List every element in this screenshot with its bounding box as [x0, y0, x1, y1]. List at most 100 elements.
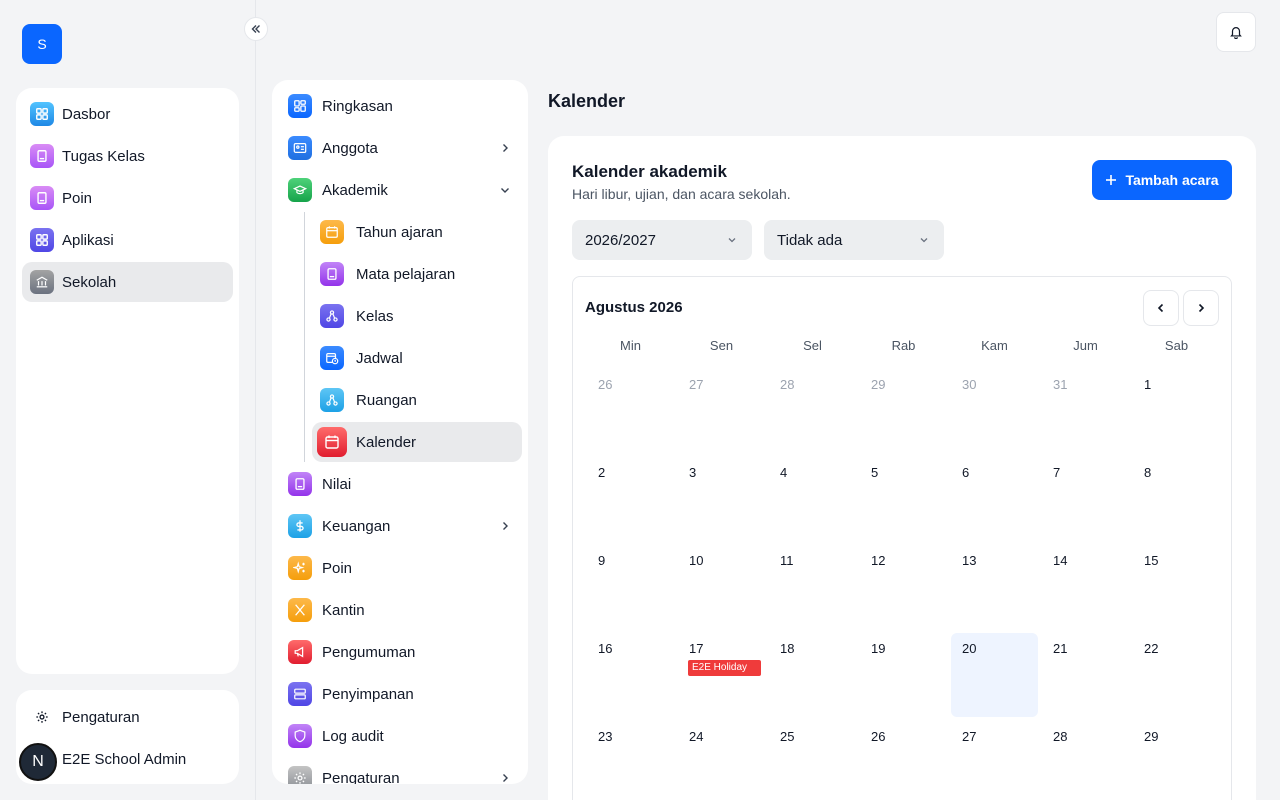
calendar-day[interactable]: 26	[860, 721, 947, 800]
sidebar-item-dasbor[interactable]: Dasbor	[22, 94, 233, 134]
subnav-item-poin[interactable]: Poin	[278, 548, 522, 588]
day-number: 23	[598, 729, 613, 744]
megaphone-icon	[288, 640, 312, 664]
calendar-day[interactable]: 4	[769, 457, 856, 541]
calendar-day[interactable]: 15	[1133, 545, 1220, 629]
dashboard-icon	[288, 94, 312, 118]
calendar-day[interactable]: 14	[1042, 545, 1129, 629]
subnav-item-anggota[interactable]: Anggota	[278, 128, 522, 168]
academic-year-value: 2026/2027	[585, 231, 656, 249]
graduation-cap-icon	[288, 178, 312, 202]
calendar-day[interactable]: 30	[951, 369, 1038, 453]
sidebar-item-aplikasi[interactable]: Aplikasi	[22, 220, 233, 260]
sidebar-nav: Dasbor Tugas Kelas Poin Aplikasi Sekolah	[16, 88, 239, 674]
class-select-value: Tidak ada	[777, 231, 843, 249]
add-event-button[interactable]: Tambah acara	[1092, 160, 1232, 200]
subnav-item-kalender[interactable]: Kalender	[312, 422, 522, 462]
calendar-day[interactable]: 29	[860, 369, 947, 453]
collapse-sidebar-button[interactable]	[244, 17, 268, 41]
chevron-left-icon	[1157, 303, 1164, 313]
hierarchy-icon	[320, 388, 344, 412]
subnav-item-keuangan[interactable]: Keuangan	[278, 506, 522, 546]
calendar-day[interactable]: 23	[587, 721, 674, 800]
subnav-label: Keuangan	[322, 517, 391, 535]
utensils-icon	[288, 598, 312, 622]
calendar-day[interactable]: 3	[678, 457, 765, 541]
calendar-day[interactable]: 17 E2E Holiday	[678, 633, 765, 717]
prev-month-button[interactable]	[1143, 290, 1179, 326]
subnav-label: Tahun ajaran	[356, 223, 443, 241]
calendar-day-today[interactable]: 20	[951, 633, 1038, 717]
app-logo[interactable]: S	[22, 24, 62, 64]
calendar-day[interactable]: 11	[769, 545, 856, 629]
avatar[interactable]: N	[19, 743, 57, 781]
calendar-day[interactable]: 8	[1133, 457, 1220, 541]
chevron-right-icon	[1198, 303, 1205, 313]
subnav-item-kelas[interactable]: Kelas	[312, 296, 522, 336]
settings-link[interactable]: Pengaturan	[16, 696, 239, 738]
sidebar-item-label: Dasbor	[62, 105, 111, 123]
calendar-day[interactable]: 19	[860, 633, 947, 717]
subnav-item-pengumuman[interactable]: Pengumuman	[278, 632, 522, 672]
calendar-day[interactable]: 28	[1042, 721, 1129, 800]
calendar-day[interactable]: 6	[951, 457, 1038, 541]
server-icon	[288, 682, 312, 706]
subnav-label: Kalender	[356, 433, 417, 451]
calendar-day[interactable]: 22	[1133, 633, 1220, 717]
day-number: 20	[962, 641, 977, 656]
academic-year-select[interactable]: 2026/2027	[572, 220, 752, 260]
calendar-day[interactable]: 2	[587, 457, 674, 541]
day-number: 11	[780, 553, 794, 568]
subnav-item-log-audit[interactable]: Log audit	[278, 716, 522, 756]
shield-icon	[288, 724, 312, 748]
calendar-event[interactable]: E2E Holiday	[688, 660, 761, 676]
day-number: 13	[962, 553, 977, 568]
subnav-item-penyimpanan[interactable]: Penyimpanan	[278, 674, 522, 714]
subnav-item-ringkasan[interactable]: Ringkasan	[278, 86, 522, 126]
notifications-button[interactable]	[1216, 12, 1256, 52]
day-number: 27	[962, 729, 977, 744]
sidebar-item-poin[interactable]: Poin	[22, 178, 233, 218]
month-label: Agustus 2026	[585, 299, 683, 316]
subnav-label: Pengaturan	[322, 769, 400, 785]
day-number: 28	[1053, 729, 1068, 744]
subnav-label: Pengumuman	[322, 643, 416, 661]
calendar-day[interactable]: 26	[587, 369, 674, 453]
calendar-day[interactable]: 21	[1042, 633, 1129, 717]
calendar-day[interactable]: 1	[1133, 369, 1220, 453]
subnav-item-nilai[interactable]: Nilai	[278, 464, 522, 504]
calendar-day[interactable]: 12	[860, 545, 947, 629]
sidebar-item-sekolah[interactable]: Sekolah	[22, 262, 233, 302]
weekday-header: Sab	[1164, 338, 1189, 353]
subnav-item-pengaturan[interactable]: Pengaturan	[278, 758, 522, 784]
calendar-day[interactable]: 13	[951, 545, 1038, 629]
calendar-day[interactable]: 24	[678, 721, 765, 800]
calendar-day[interactable]: 5	[860, 457, 947, 541]
sidebar-item-tugas-kelas[interactable]: Tugas Kelas	[22, 136, 233, 176]
class-select[interactable]: Tidak ada	[764, 220, 944, 260]
calendar-day[interactable]: 31	[1042, 369, 1129, 453]
subnav-item-mata-pelajaran[interactable]: Mata pelajaran	[312, 254, 522, 294]
subnav-item-akademik[interactable]: Akademik	[278, 170, 522, 210]
calendar-day[interactable]: 27	[951, 721, 1038, 800]
calendar-day[interactable]: 7	[1042, 457, 1129, 541]
calendar-day[interactable]: 28	[769, 369, 856, 453]
calendar-day[interactable]: 9	[587, 545, 674, 629]
subnav-item-ruangan[interactable]: Ruangan	[312, 380, 522, 420]
calendar-icon	[320, 220, 344, 244]
calendar-day[interactable]: 25	[769, 721, 856, 800]
day-number: 16	[598, 641, 613, 656]
calendar-day[interactable]: 27	[678, 369, 765, 453]
calendar-day[interactable]: 10	[678, 545, 765, 629]
subnav-item-tahun-ajaran[interactable]: Tahun ajaran	[312, 212, 522, 252]
bank-icon	[30, 270, 54, 294]
day-number: 7	[1053, 465, 1061, 480]
calendar-day[interactable]: 16	[587, 633, 674, 717]
calendar-day[interactable]: 18	[769, 633, 856, 717]
subnav-item-kantin[interactable]: Kantin	[278, 590, 522, 630]
calendar-day[interactable]: 29	[1133, 721, 1220, 800]
chevron-down-icon	[728, 238, 736, 243]
next-month-button[interactable]	[1183, 290, 1219, 326]
subnav-item-jadwal[interactable]: Jadwal	[312, 338, 522, 378]
hierarchy-icon	[320, 304, 344, 328]
